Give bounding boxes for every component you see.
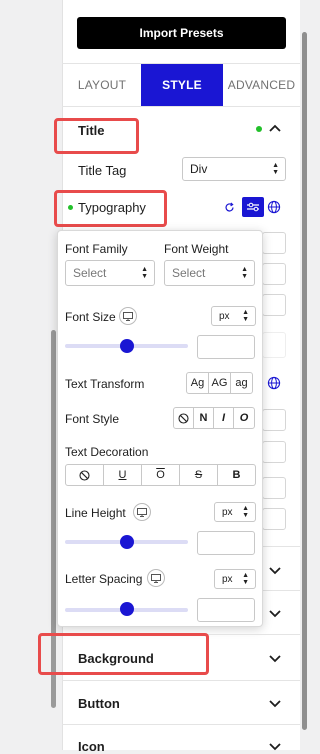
globe-icon[interactable] xyxy=(267,376,281,390)
font-style-label: Font Style xyxy=(65,412,120,426)
hidden-control xyxy=(262,294,286,316)
chevron-down-icon[interactable] xyxy=(268,698,282,708)
monitor-icon xyxy=(151,573,161,583)
hidden-control xyxy=(262,409,286,431)
select-arrows-icon: ▲ ▼ xyxy=(272,162,279,176)
text-transform-lowercase-button[interactable]: ag xyxy=(231,373,252,393)
font-size-unit: px xyxy=(219,310,230,322)
font-style-none-button[interactable] xyxy=(174,408,194,428)
globe-icon[interactable] xyxy=(267,200,281,214)
text-decoration-strikethrough-button[interactable]: S xyxy=(180,465,218,485)
text-decoration-label: Text Decoration xyxy=(65,445,149,459)
text-decoration-overline-button[interactable]: O xyxy=(142,465,180,485)
hidden-control xyxy=(262,232,286,254)
letter-spacing-label: Letter Spacing xyxy=(65,572,143,586)
responsive-toggle[interactable] xyxy=(133,503,151,521)
letter-spacing-unit-select[interactable]: px ▲ ▼ xyxy=(214,569,256,589)
font-style-italic-button[interactable]: I xyxy=(214,408,234,428)
select-arrows-icon: ▲ ▼ xyxy=(242,572,249,586)
tabs-bottom-divider xyxy=(62,106,300,107)
chevron-down-icon[interactable] xyxy=(268,565,282,575)
select-arrows-icon: ▲ ▼ xyxy=(242,309,249,323)
background-highlight-box xyxy=(38,633,209,675)
title-tag-value: Div xyxy=(190,162,208,176)
panel-scrollbar[interactable] xyxy=(302,32,307,730)
letter-spacing-unit: px xyxy=(222,573,233,585)
title-tag-label: Title Tag xyxy=(78,163,127,178)
font-family-select[interactable]: Select ▲ ▼ xyxy=(65,260,155,286)
select-arrows-icon: ▲ ▼ xyxy=(242,505,249,519)
text-decoration-none-button[interactable] xyxy=(66,465,104,485)
section-divider xyxy=(262,546,300,547)
line-height-label: Line Height xyxy=(65,506,126,520)
text-transform-capitalize-button[interactable]: Ag xyxy=(187,373,209,393)
hidden-control xyxy=(262,441,286,463)
chevron-down-icon[interactable] xyxy=(268,608,282,618)
section-icon-heading[interactable]: Icon xyxy=(78,739,105,754)
font-size-slider-thumb[interactable] xyxy=(120,339,134,353)
reset-icon[interactable] xyxy=(224,202,235,213)
typography-popover: Font Family Font Weight Select ▲ ▼ Select… xyxy=(57,230,263,627)
tab-style[interactable]: STYLE xyxy=(141,64,223,106)
text-transform-group: Ag AG ag xyxy=(186,372,253,394)
font-style-group: N I O xyxy=(173,407,255,429)
chevron-up-icon[interactable] xyxy=(268,124,282,134)
font-style-oblique-button[interactable]: O xyxy=(234,408,254,428)
font-weight-label: Font Weight xyxy=(164,242,229,256)
responsive-toggle[interactable] xyxy=(119,307,137,325)
hidden-control xyxy=(262,263,286,285)
line-height-input[interactable] xyxy=(197,531,255,555)
active-dot xyxy=(256,126,262,132)
typography-edit-button[interactable] xyxy=(242,197,264,217)
font-size-input[interactable] xyxy=(197,335,255,359)
none-icon xyxy=(79,469,90,481)
section-divider xyxy=(262,590,300,591)
text-decoration-underline-button[interactable]: U xyxy=(104,465,142,485)
tab-advanced[interactable]: ADVANCED xyxy=(223,64,300,106)
font-size-label: Font Size xyxy=(65,310,116,324)
title-tag-select[interactable]: Div ▲ ▼ xyxy=(182,157,286,181)
section-button-heading[interactable]: Button xyxy=(78,696,120,711)
section-divider xyxy=(62,724,300,725)
title-highlight-box xyxy=(54,118,139,154)
font-family-label: Font Family xyxy=(65,242,128,256)
section-divider xyxy=(62,680,300,681)
sliders-icon xyxy=(247,202,259,212)
font-style-normal-button[interactable]: N xyxy=(194,408,214,428)
line-height-unit: px xyxy=(222,506,233,518)
font-weight-value: Select xyxy=(172,266,206,280)
line-height-unit-select[interactable]: px ▲ ▼ xyxy=(214,502,256,522)
hidden-control xyxy=(262,477,286,499)
typography-highlight-box xyxy=(54,190,167,227)
font-family-value: Select xyxy=(73,266,107,280)
import-presets-button[interactable]: Import Presets xyxy=(77,17,286,49)
text-transform-label: Text Transform xyxy=(65,377,145,391)
hidden-control xyxy=(262,508,286,530)
monitor-icon xyxy=(137,507,147,517)
font-size-unit-select[interactable]: px ▲ ▼ xyxy=(211,306,256,326)
hidden-control xyxy=(262,332,286,358)
line-height-slider-thumb[interactable] xyxy=(120,535,134,549)
text-decoration-group: U O S B xyxy=(65,464,256,486)
letter-spacing-input[interactable] xyxy=(197,598,255,622)
select-arrows-icon: ▲ ▼ xyxy=(141,266,148,280)
monitor-icon xyxy=(123,311,133,321)
none-icon xyxy=(178,412,189,424)
chevron-down-icon[interactable] xyxy=(268,653,282,663)
text-transform-uppercase-button[interactable]: AG xyxy=(209,373,231,393)
font-weight-select[interactable]: Select ▲ ▼ xyxy=(164,260,255,286)
select-arrows-icon: ▲ ▼ xyxy=(241,266,248,280)
text-decoration-blink-button[interactable]: B xyxy=(218,465,255,485)
tab-layout[interactable]: LAYOUT xyxy=(62,64,142,106)
letter-spacing-slider-thumb[interactable] xyxy=(120,602,134,616)
responsive-toggle[interactable] xyxy=(147,569,165,587)
